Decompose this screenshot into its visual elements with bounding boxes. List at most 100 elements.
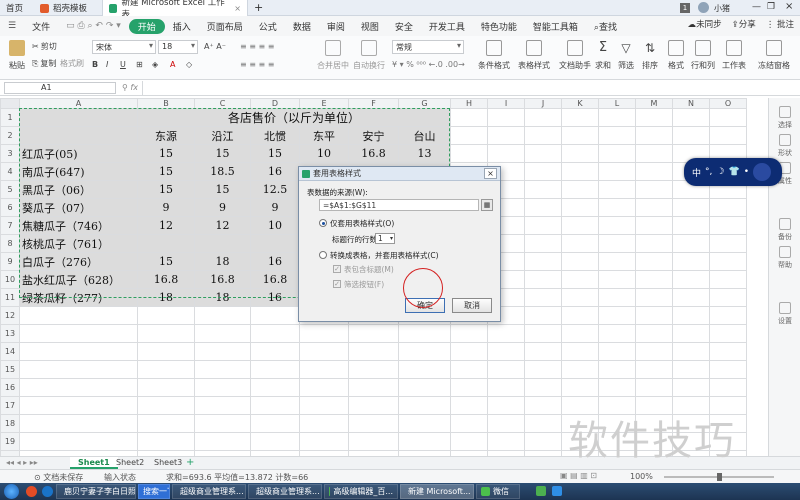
cell[interactable]	[299, 414, 349, 433]
minimize-icon[interactable]: —	[752, 2, 761, 12]
cell-product[interactable]: 焦糖瓜子（746）	[19, 216, 138, 235]
freeze-panes-button[interactable]: 冻结窗格	[752, 40, 796, 71]
cell-price[interactable]: 16.8	[250, 270, 300, 289]
col-header-k[interactable]: K	[561, 98, 599, 109]
backup-status[interactable]: ⊙ 文档未保存	[34, 472, 83, 483]
maximize-icon[interactable]: ❐	[767, 2, 775, 12]
cell-a2[interactable]	[19, 126, 138, 145]
font-family-select[interactable]: 宋体	[92, 40, 156, 54]
cell[interactable]	[561, 180, 599, 199]
cell-price[interactable]: 18.5	[194, 162, 251, 181]
cell-price[interactable]: 12.5	[250, 180, 300, 199]
cell-price[interactable]: 15	[137, 162, 195, 181]
cell[interactable]	[450, 432, 488, 451]
cell[interactable]	[487, 126, 525, 145]
source-range-input[interactable]: =$A$1:$G$11	[319, 199, 479, 211]
tray-app-icon[interactable]	[552, 486, 562, 496]
cell[interactable]	[487, 396, 525, 415]
taskbar-item-editor[interactable]: 高级编辑器_百...	[324, 484, 398, 499]
cell[interactable]	[598, 378, 636, 397]
cell[interactable]	[598, 162, 636, 181]
cell[interactable]	[524, 216, 562, 235]
cell-product[interactable]: 葵瓜子（07）	[19, 198, 138, 217]
cell[interactable]	[450, 396, 488, 415]
quick-access-icons[interactable]: ▭ ⎙ ⌕ ↶ ↷ ▾	[58, 21, 129, 31]
cell[interactable]	[194, 342, 251, 361]
cell-product[interactable]: 核桃瓜子（761）	[19, 234, 138, 253]
fill-color-icon[interactable]: ◈	[152, 60, 158, 69]
taskbar-item-search[interactable]: 搜索一下	[138, 484, 170, 499]
cell[interactable]	[709, 324, 747, 343]
cell[interactable]	[137, 342, 195, 361]
cell[interactable]	[598, 180, 636, 199]
cell[interactable]	[194, 378, 251, 397]
filter-button[interactable]: ▽ 筛选	[614, 40, 638, 71]
cell[interactable]	[524, 324, 562, 343]
row-header[interactable]: 4	[0, 162, 20, 181]
cell[interactable]	[194, 324, 251, 343]
include-headers-checkbox[interactable]: ✓	[333, 265, 341, 273]
sidebar-item-settings[interactable]: 设置	[773, 302, 797, 326]
cell[interactable]	[709, 288, 747, 307]
cell[interactable]	[137, 432, 195, 451]
row-header[interactable]: 18	[0, 414, 20, 433]
close-icon[interactable]: ×	[484, 168, 497, 179]
number-format-icons[interactable]: ¥ ▾ % ⁰⁰⁰ ←.0 .00→	[392, 60, 465, 69]
user-name[interactable]: 小猪	[714, 3, 730, 14]
cell-price[interactable]	[194, 234, 251, 253]
cell[interactable]	[299, 342, 349, 361]
cell[interactable]	[487, 378, 525, 397]
cell[interactable]	[299, 360, 349, 379]
cell[interactable]	[524, 270, 562, 289]
cell[interactable]	[194, 306, 251, 325]
formula-icons[interactable]: ⚲ fx	[122, 83, 138, 92]
taskbar-item-app2[interactable]: 超级商业管理系...	[248, 484, 322, 499]
cell[interactable]	[194, 432, 251, 451]
cell[interactable]	[524, 180, 562, 199]
cell[interactable]	[137, 378, 195, 397]
cell[interactable]	[598, 270, 636, 289]
cell[interactable]	[672, 216, 710, 235]
col-header-j[interactable]: J	[524, 98, 562, 109]
cell[interactable]	[19, 396, 138, 415]
cell[interactable]	[561, 216, 599, 235]
cell[interactable]	[524, 378, 562, 397]
cell[interactable]	[450, 324, 488, 343]
cell[interactable]	[635, 198, 673, 217]
cell[interactable]	[194, 396, 251, 415]
cell[interactable]	[672, 234, 710, 253]
menu-security[interactable]: 安全	[387, 20, 421, 33]
cell-price[interactable]: 16	[250, 162, 300, 181]
cell[interactable]	[524, 360, 562, 379]
sync-status[interactable]: ☁未同步	[688, 18, 722, 30]
col-header-l[interactable]: L	[598, 98, 636, 109]
cell[interactable]	[348, 360, 399, 379]
menu-formula[interactable]: 公式	[251, 20, 285, 33]
new-tab-button[interactable]: +	[254, 1, 263, 14]
cell-price[interactable]: 16.8	[194, 270, 251, 289]
row-header[interactable]: 11	[0, 288, 20, 307]
cell[interactable]	[398, 396, 451, 415]
cell[interactable]	[450, 360, 488, 379]
cell[interactable]	[487, 324, 525, 343]
cell[interactable]	[137, 396, 195, 415]
cell[interactable]	[524, 108, 562, 127]
col-header-f[interactable]: F	[348, 98, 399, 109]
menu-page-layout[interactable]: 页面布局	[199, 20, 251, 33]
menu-features[interactable]: 特色功能	[473, 20, 525, 33]
col-header-b[interactable]: B	[137, 98, 195, 109]
merge-center-button[interactable]: 合并居中	[316, 40, 350, 71]
moon-icon[interactable]: ☽	[716, 167, 724, 177]
cell[interactable]	[524, 342, 562, 361]
menu-insert[interactable]: 插入	[165, 20, 199, 33]
copy-button[interactable]: ⎘ 复制	[32, 58, 56, 69]
cell[interactable]	[709, 108, 747, 127]
cell[interactable]	[450, 108, 488, 127]
shirt-icon[interactable]: 👕	[728, 167, 739, 177]
cell[interactable]	[672, 288, 710, 307]
cell[interactable]	[672, 360, 710, 379]
dot-icon[interactable]: •	[744, 167, 749, 177]
cell[interactable]	[635, 126, 673, 145]
cell-price[interactable]: 9	[194, 198, 251, 217]
align-top-icons[interactable]: ≡ ≡ ≡ ≡	[240, 42, 274, 51]
